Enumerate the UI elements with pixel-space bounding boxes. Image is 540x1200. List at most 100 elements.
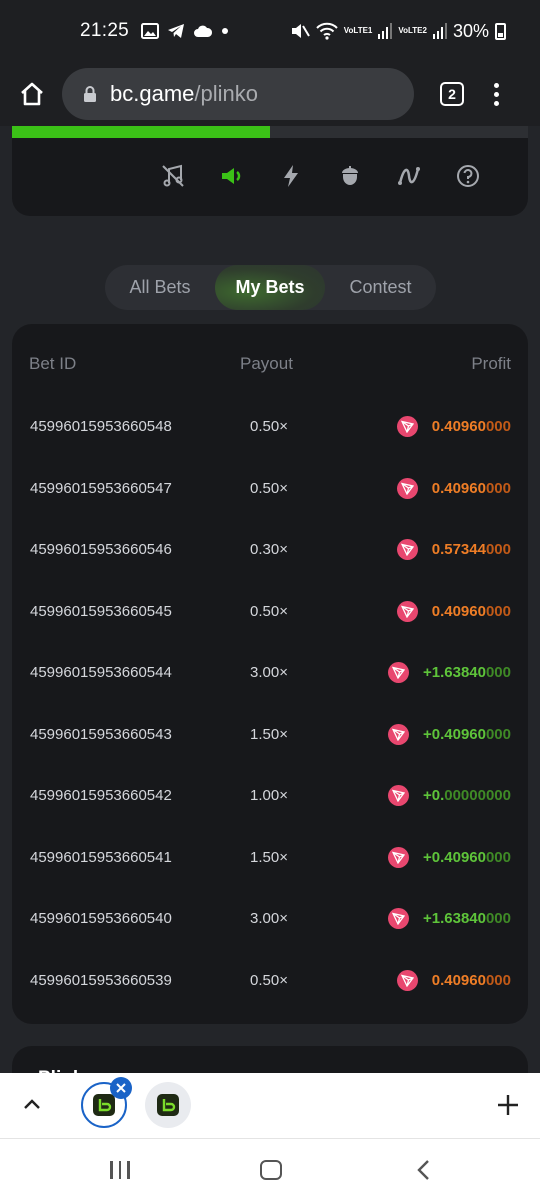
payout: 1.50× (250, 848, 288, 866)
payout: 0.30× (250, 541, 288, 558)
profit-trailing-zeros: 000 (485, 664, 511, 681)
profit-value: +0.40960 (422, 848, 486, 866)
profit: 0.40960 000 (396, 477, 511, 499)
trx-coin-icon (387, 846, 409, 868)
profit-trailing-zeros: 00000000 (444, 787, 511, 804)
gallery-icon (141, 23, 160, 39)
battery-percent: 30% (452, 20, 489, 41)
profit: 0.40960 000 (396, 600, 511, 622)
signal-icon-2 (432, 23, 447, 39)
payout: 0.50× (250, 602, 288, 620)
profit-trailing-zeros: 000 (485, 602, 511, 620)
profit: 0.40960 000 (396, 969, 511, 991)
profit-value: +1.63840 (422, 910, 486, 927)
chevron-up-icon[interactable] (22, 1095, 42, 1115)
sim2-label: VoLTE2 (398, 26, 427, 35)
profit: +0.40960 000 (387, 846, 511, 868)
acorn-icon (342, 166, 358, 185)
bet-id: 45996015953660540 (30, 910, 172, 927)
url-path: /plinko (194, 81, 258, 106)
sound-toggle-button[interactable] (219, 163, 245, 189)
bet-id: 45996015953660542 (30, 787, 172, 804)
trx-coin-icon (387, 723, 409, 745)
bet-id: 45996015953660546 (30, 541, 172, 558)
trx-coin-icon (387, 662, 409, 683)
cloud-icon (194, 25, 213, 37)
profit: +0.40960 000 (387, 723, 511, 745)
system-nav-bar (0, 1138, 540, 1200)
home-button[interactable] (14, 76, 50, 112)
bcgame-favicon (93, 1094, 115, 1116)
mute-icon (291, 24, 310, 38)
table-row[interactable]: 45996015953660548 0.50× 0.40960 000 (12, 396, 528, 457)
table-row[interactable]: 45996015953660539 0.50× 0.40960 000 (12, 950, 528, 1011)
table-row[interactable]: 45996015953660545 0.50× 0.40960 000 (12, 581, 528, 642)
browser-menu-button[interactable] (494, 82, 499, 106)
telegram-icon (168, 24, 185, 38)
bet-id: 45996015953660547 (30, 479, 172, 497)
bet-id: 45996015953660539 (30, 971, 172, 989)
payout: 0.50× (250, 971, 288, 989)
browser-toolbar: bc.game/plinko 2 (0, 62, 540, 126)
music-off-icon (162, 164, 184, 187)
game-control-icons (160, 163, 481, 189)
header-bet-id: Bet ID (29, 354, 77, 373)
table-row[interactable]: 45996015953660543 1.50× +0.40960 000 (12, 704, 528, 765)
back-button[interactable] (414, 1159, 434, 1181)
table-row[interactable]: 45996015953660542 1.00× +0. 00000000 (12, 765, 528, 826)
header-profit: Profit (471, 354, 511, 373)
table-row[interactable]: 45996015953660541 1.50× +0.40960 000 (12, 827, 528, 888)
help-icon (457, 165, 479, 187)
status-bar: 21:25 VoLTE1 VoLTE2 30% (0, 0, 540, 62)
profit-value: 0.40960 (431, 602, 486, 620)
profit-value: 0.40960 (431, 971, 486, 989)
table-row[interactable]: 45996015953660547 0.50× 0.40960 000 (12, 458, 528, 519)
profit-value: +1.63840 (422, 664, 486, 681)
lock-icon (84, 86, 96, 102)
trx-coin-icon (387, 908, 409, 929)
progress-bar (12, 126, 270, 138)
trx-coin-icon (396, 477, 418, 499)
profit-value: 0.40960 (431, 479, 486, 497)
address-bar[interactable]: bc.game/plinko (62, 68, 414, 120)
profit-value: +0.40960 (422, 725, 486, 743)
music-toggle-button[interactable] (160, 163, 186, 189)
profit-trailing-zeros: 000 (485, 910, 511, 927)
profit-trailing-zeros: 000 (485, 848, 511, 866)
system-icons: VoLTE1 VoLTE2 30% (290, 21, 506, 42)
help-button[interactable] (455, 163, 481, 189)
profit-trailing-zeros: 000 (485, 418, 511, 435)
profit-value: 0.57344 (431, 541, 486, 558)
close-tab-button[interactable] (110, 1077, 132, 1099)
tab-all-bets[interactable]: All Bets (105, 265, 215, 310)
fast-mode-button[interactable] (278, 163, 304, 189)
recent-apps-button[interactable] (110, 1161, 130, 1179)
new-tab-button[interactable] (496, 1093, 520, 1117)
profit-value: 0.40960 (431, 418, 486, 435)
trx-coin-icon (396, 539, 418, 560)
profit-trailing-zeros: 000 (485, 971, 511, 989)
tab-strip (0, 1073, 540, 1138)
profit: +1.63840 000 (387, 662, 511, 683)
tab-thumbnail[interactable] (145, 1082, 191, 1128)
game-controls-card (12, 126, 528, 216)
trx-coin-icon (396, 969, 418, 991)
table-row[interactable]: 45996015953660544 3.00× +1.63840 000 (12, 642, 528, 703)
table-row[interactable]: 45996015953660540 3.00× +1.63840 000 (12, 888, 528, 949)
trend-icon (398, 167, 420, 185)
table-header: Bet ID Payout Profit (12, 354, 528, 378)
home-icon (21, 82, 43, 106)
fairness-button[interactable] (337, 163, 363, 189)
trend-button[interactable] (396, 163, 422, 189)
tab-my-bets[interactable]: My Bets (215, 265, 325, 310)
trx-coin-icon (387, 785, 409, 806)
sound-icon (222, 168, 241, 184)
tab-switcher-button[interactable]: 2 (440, 82, 464, 106)
bet-id: 45996015953660545 (30, 602, 172, 620)
bet-id: 45996015953660544 (30, 664, 172, 681)
tab-contest[interactable]: Contest (325, 265, 436, 310)
home-nav-button[interactable] (260, 1160, 282, 1180)
table-row[interactable]: 45996015953660546 0.30× 0.57344 000 (12, 519, 528, 580)
profit: +1.63840 000 (387, 908, 511, 929)
bets-table: Bet ID Payout Profit 45996015953660548 0.… (12, 324, 528, 1024)
